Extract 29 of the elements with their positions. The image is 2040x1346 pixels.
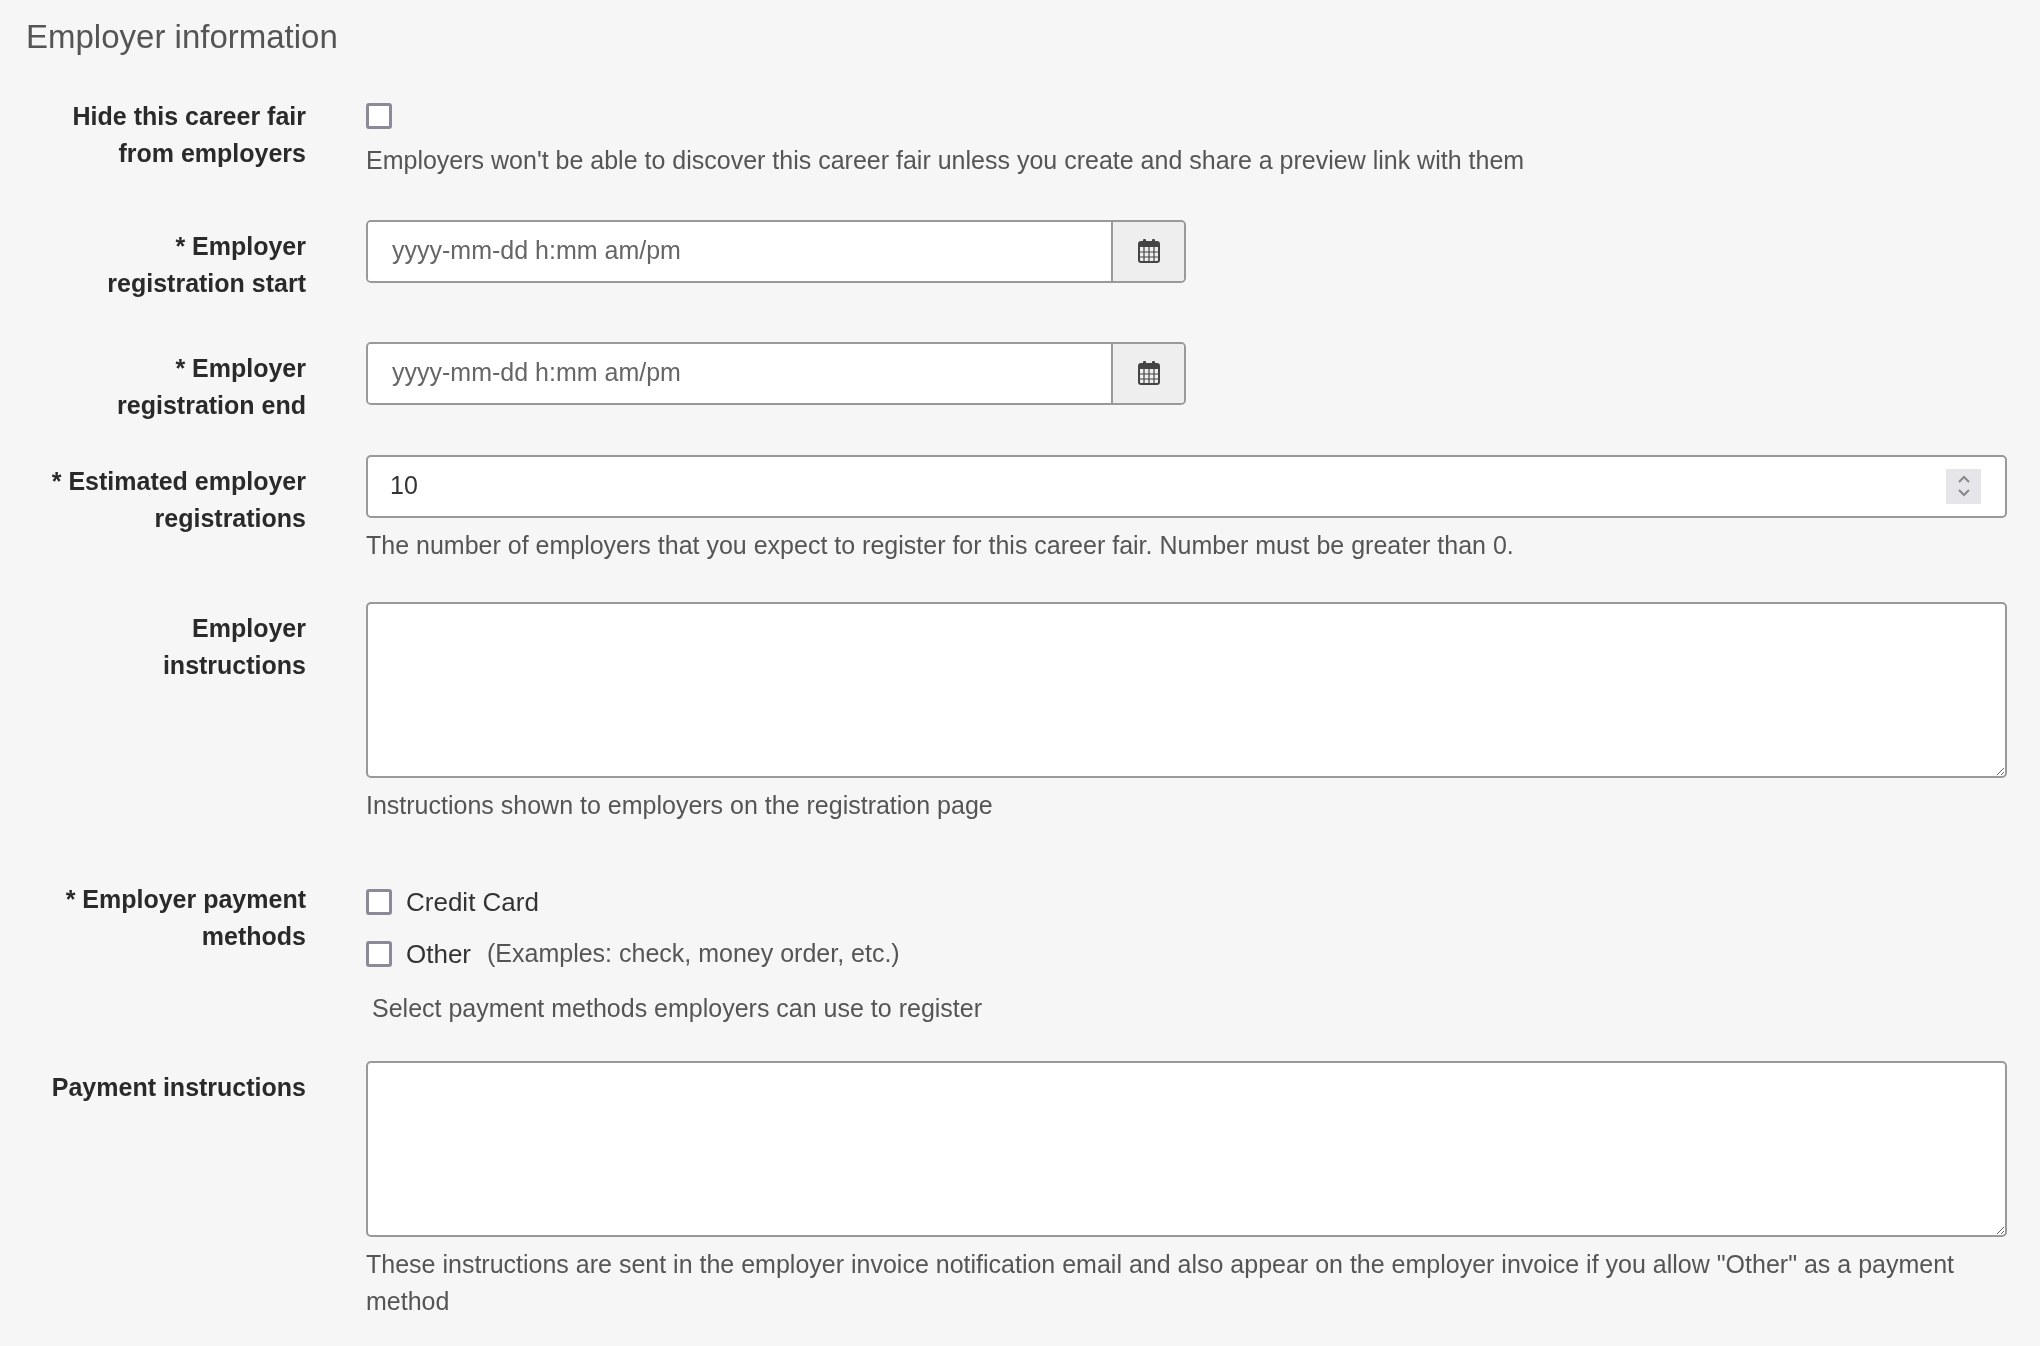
calendar-icon (1136, 360, 1161, 386)
field-label: * Employer payment methods (64, 883, 306, 952)
option-label: Other (406, 937, 472, 971)
number-field[interactable]: 10 (366, 454, 2007, 518)
date-field[interactable]: yyyy-mm-dd h:mm am/pm (366, 219, 1186, 283)
text-area[interactable] (366, 601, 2007, 778)
option-label: Credit Card (406, 885, 539, 919)
help-text: Instructions shown to employers on the registration page (366, 789, 994, 821)
calendar-button[interactable] (1111, 343, 1184, 403)
option-note: (Examples: check, money order, etc.) (487, 938, 900, 970)
help-text: The number of employers that you expect to register for this career fair. Number must be greater than 0. (366, 529, 1515, 561)
spinner-icon[interactable] (1946, 468, 1981, 504)
field-label: Payment instructions (50, 1071, 306, 1103)
field-label: * Employer registration start (106, 230, 306, 299)
date-field[interactable]: yyyy-mm-dd h:mm am/pm (366, 341, 1186, 405)
checkbox[interactable] (366, 941, 392, 967)
field-label: Hide this career fair from employers (71, 100, 306, 169)
checkbox[interactable] (366, 889, 392, 915)
field-label: * Employer registration end (116, 352, 306, 421)
calendar-button[interactable] (1111, 221, 1184, 281)
help-text: These instructions are sent in the employer invoice notification email and also appear on the employer invoice if you allow "Other" as a payment method (366, 1248, 1956, 1317)
help-text: Employers won't be able to discover this career fair unless you create and share a preview link with them (366, 144, 1526, 176)
section-title: Employer information (26, 17, 339, 57)
field-label: * Estimated employer registrations (50, 465, 306, 534)
text-area[interactable] (366, 1060, 2007, 1237)
checkbox[interactable] (366, 102, 392, 129)
calendar-icon (1136, 238, 1161, 264)
help-text: Select payment methods employers can use to register (372, 992, 984, 1024)
field-label: Employer instructions (161, 612, 306, 681)
